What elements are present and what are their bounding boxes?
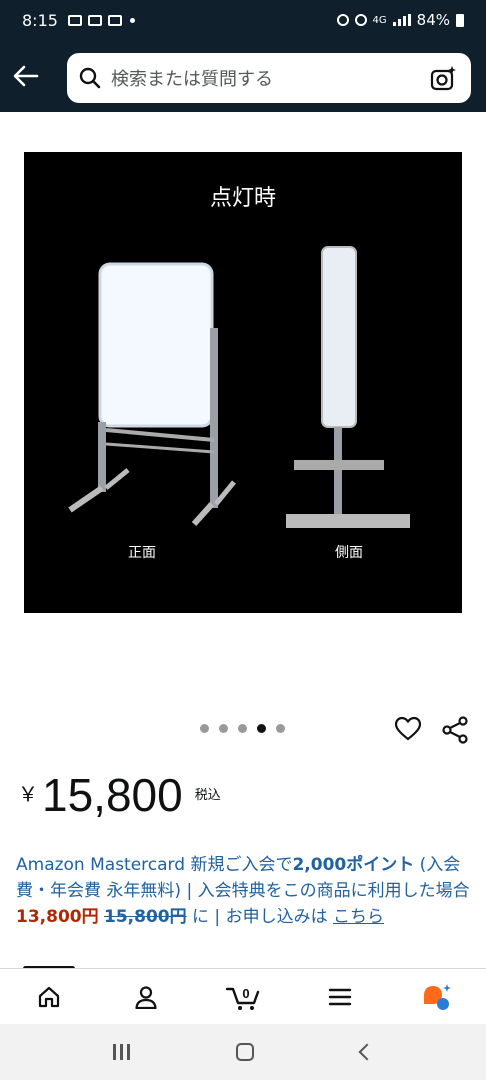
carousel-dot-active[interactable] — [257, 724, 266, 733]
nav-home[interactable] — [0, 969, 97, 1024]
network-label: 4G — [372, 14, 387, 26]
carousel-dots — [200, 724, 285, 733]
search-placeholder: 検索または質問する — [111, 69, 273, 90]
carousel-dot[interactable] — [238, 724, 247, 733]
promo-discount-price: 13,800円 — [16, 907, 99, 927]
alarm-icon — [354, 14, 367, 26]
system-back-button[interactable] — [358, 1043, 376, 1061]
system-nav-bar — [0, 1024, 486, 1080]
product-image-area: 点灯時 正面 側面 — [0, 112, 486, 702]
search-header: 検索または質問する — [0, 40, 486, 112]
heart-icon[interactable] — [395, 716, 421, 742]
card-promo-link[interactable]: Amazon Mastercard 新規ご入会で2,000ポイント (入会費・年… — [16, 852, 472, 930]
mail-notification-icon — [87, 14, 102, 26]
status-time: 8:15 — [22, 10, 58, 30]
price-block: ￥ 15,800 税込 — [18, 770, 221, 820]
cart-icon: 0 — [225, 986, 260, 1010]
currency-symbol: ￥ — [18, 782, 38, 806]
camera-search-button[interactable] — [429, 63, 459, 93]
notification-icons — [67, 14, 122, 26]
more-notifications-icon — [129, 17, 135, 23]
image-notification-icon — [67, 14, 82, 26]
status-right: 4G 84% — [336, 11, 464, 29]
sign-stand-illustration — [68, 246, 410, 528]
mail-notification-icon — [107, 14, 122, 26]
search-icon — [79, 67, 101, 89]
ai-assistant-icon — [424, 983, 452, 1010]
battery-percent: 84% — [416, 11, 450, 29]
tax-label: 税込 — [194, 788, 221, 803]
data-saver-icon — [336, 14, 349, 26]
promo-points: 2,000ポイント — [292, 855, 415, 875]
carousel-dot[interactable] — [219, 724, 228, 733]
product-image[interactable]: 点灯時 正面 側面 — [24, 152, 462, 613]
image-label-side: 側面 — [335, 545, 363, 561]
image-label-front: 正面 — [128, 545, 156, 561]
home-button[interactable] — [236, 1043, 255, 1061]
promo-text-1: Amazon Mastercard 新規ご入会で — [16, 855, 293, 875]
bottom-nav: 0 — [0, 968, 486, 1024]
menu-icon — [329, 988, 352, 1005]
carousel-dot[interactable] — [200, 724, 209, 733]
promo-apply-link[interactable]: こちら — [333, 907, 384, 927]
carousel-dot[interactable] — [276, 724, 285, 733]
battery-icon — [456, 13, 464, 27]
search-input[interactable]: 検索または質問する — [67, 53, 471, 103]
status-bar: 8:15 4G 84% — [0, 0, 486, 40]
price-amount: 15,800 — [42, 769, 183, 821]
arrow-left-icon — [13, 65, 39, 87]
camera-sparkle-icon — [430, 66, 456, 91]
back-button[interactable] — [0, 50, 52, 102]
share-icon[interactable] — [441, 716, 469, 744]
promo-original-price: 15,800円 — [104, 907, 187, 927]
account-icon — [135, 985, 157, 1009]
cart-count: 0 — [242, 986, 249, 1001]
recents-button[interactable] — [113, 1044, 131, 1060]
home-icon — [38, 986, 59, 1007]
signal-icon — [392, 14, 411, 26]
nav-menu[interactable] — [292, 969, 389, 1024]
nav-ai-assistant[interactable] — [389, 969, 486, 1024]
nav-cart[interactable]: 0 — [194, 969, 291, 1024]
nav-account[interactable] — [97, 969, 194, 1024]
promo-text-3: に | お申し込みは — [192, 907, 328, 927]
